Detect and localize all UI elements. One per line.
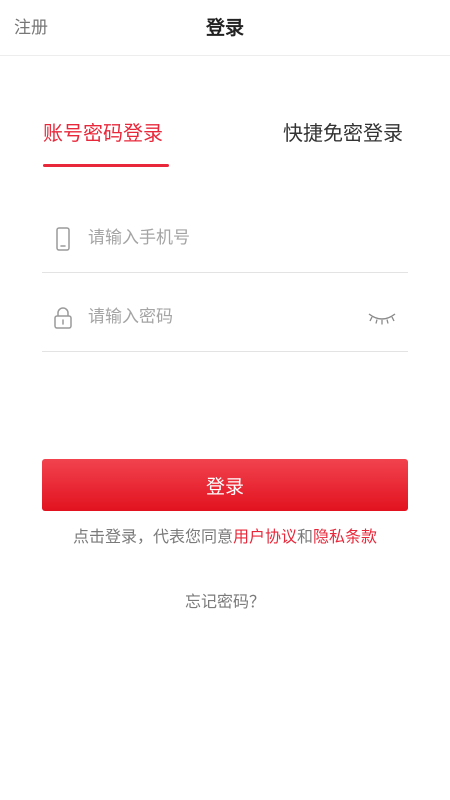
phone-field-row (42, 195, 408, 273)
login-button[interactable]: 登录 (42, 459, 408, 511)
user-agreement-link[interactable]: 用户协议 (233, 527, 297, 546)
agreement-conjunction: 和 (297, 527, 314, 546)
page-title: 登录 (205, 17, 244, 39)
active-tab-indicator (43, 164, 169, 167)
agreement-notice: 点击登录，代表您同意用户协议和隐私条款 (0, 524, 450, 550)
agreement-prefix: 点击登录，代表您同意 (72, 527, 233, 546)
tab-quick-login[interactable]: 快捷免密登录 (283, 118, 403, 148)
eye-closed-icon[interactable] (366, 310, 398, 326)
password-input[interactable] (88, 302, 348, 332)
phone-icon (52, 227, 74, 251)
privacy-policy-link[interactable]: 隐私条款 (313, 527, 377, 546)
tab-account-password-login[interactable]: 账号密码登录 (43, 118, 163, 148)
password-field-row (42, 274, 408, 352)
lock-icon (52, 306, 74, 330)
top-bar: 注册 登录 (0, 0, 450, 56)
login-page: 注册 登录 账号密码登录 快捷免密登录 请输入手机号 登录 点击登录，代表您同意… (0, 0, 450, 800)
forgot-password-row: 忘记密码？ (0, 590, 450, 614)
phone-input[interactable] (88, 223, 348, 253)
forgot-password-link[interactable]: 忘记密码？ (185, 592, 265, 611)
